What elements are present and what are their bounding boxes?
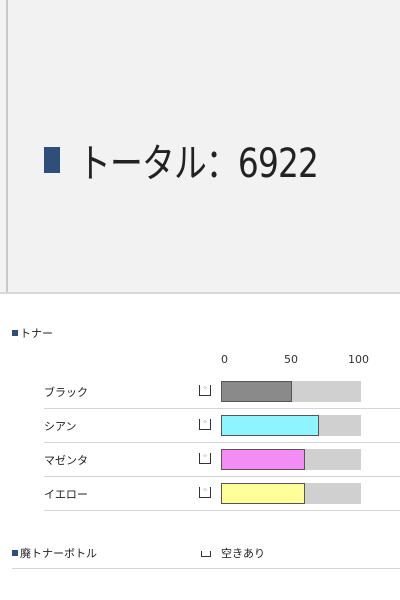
waste-status-text: 空きあり [221, 547, 265, 560]
toner-section-heading: トナー [12, 325, 53, 341]
toner-icon: ⁘ [199, 419, 211, 430]
zoomed-counter-panel: トータル：6922 [0, 0, 400, 292]
total-counter-text: トータル：6922 [78, 141, 319, 187]
toner-row-black: ブラック ⁘ [44, 375, 400, 409]
toner-bar-track [221, 449, 361, 470]
bullet-square-icon [12, 550, 18, 556]
panel-left-rule [6, 0, 8, 292]
scale-tick-50: 50 [284, 353, 298, 366]
bullet-square-icon [12, 330, 18, 336]
toner-label: イエロー [44, 488, 88, 501]
toner-level-bar [221, 483, 305, 504]
waste-section-heading: 廃トナーボトル [12, 545, 97, 561]
toner-icon: ⁘ [199, 487, 211, 498]
toner-label: ブラック [44, 386, 88, 399]
waste-heading-label: 廃トナーボトル [20, 547, 97, 560]
toner-level-bar [221, 449, 305, 470]
waste-toner-row: 廃トナーボトル 空きあり [12, 537, 400, 569]
scale-tick-0: 0 [221, 353, 228, 366]
toner-icon: ⁘ [199, 385, 211, 396]
toner-heading-label: トナー [20, 327, 53, 340]
total-counter: トータル：6922 [44, 130, 371, 190]
toner-row-cyan: シアン ⁘ [44, 409, 400, 443]
panel-separator [0, 292, 400, 294]
toner-row-yellow: イエロー ⁘ [44, 477, 400, 511]
toner-bar-track [221, 483, 361, 504]
toner-level-bar [221, 415, 319, 436]
toner-label: シアン [44, 420, 77, 433]
toner-row-magenta: マゼンタ ⁘ [44, 443, 400, 477]
scale-tick-100: 100 [348, 353, 369, 366]
toner-bar-track [221, 381, 361, 402]
waste-bottle-icon [201, 551, 211, 557]
toner-bar-track [221, 415, 361, 436]
toner-level-bar [221, 381, 292, 402]
toner-label: マゼンタ [44, 454, 88, 467]
bullet-square-icon [44, 147, 60, 173]
toner-icon: ⁘ [199, 453, 211, 464]
